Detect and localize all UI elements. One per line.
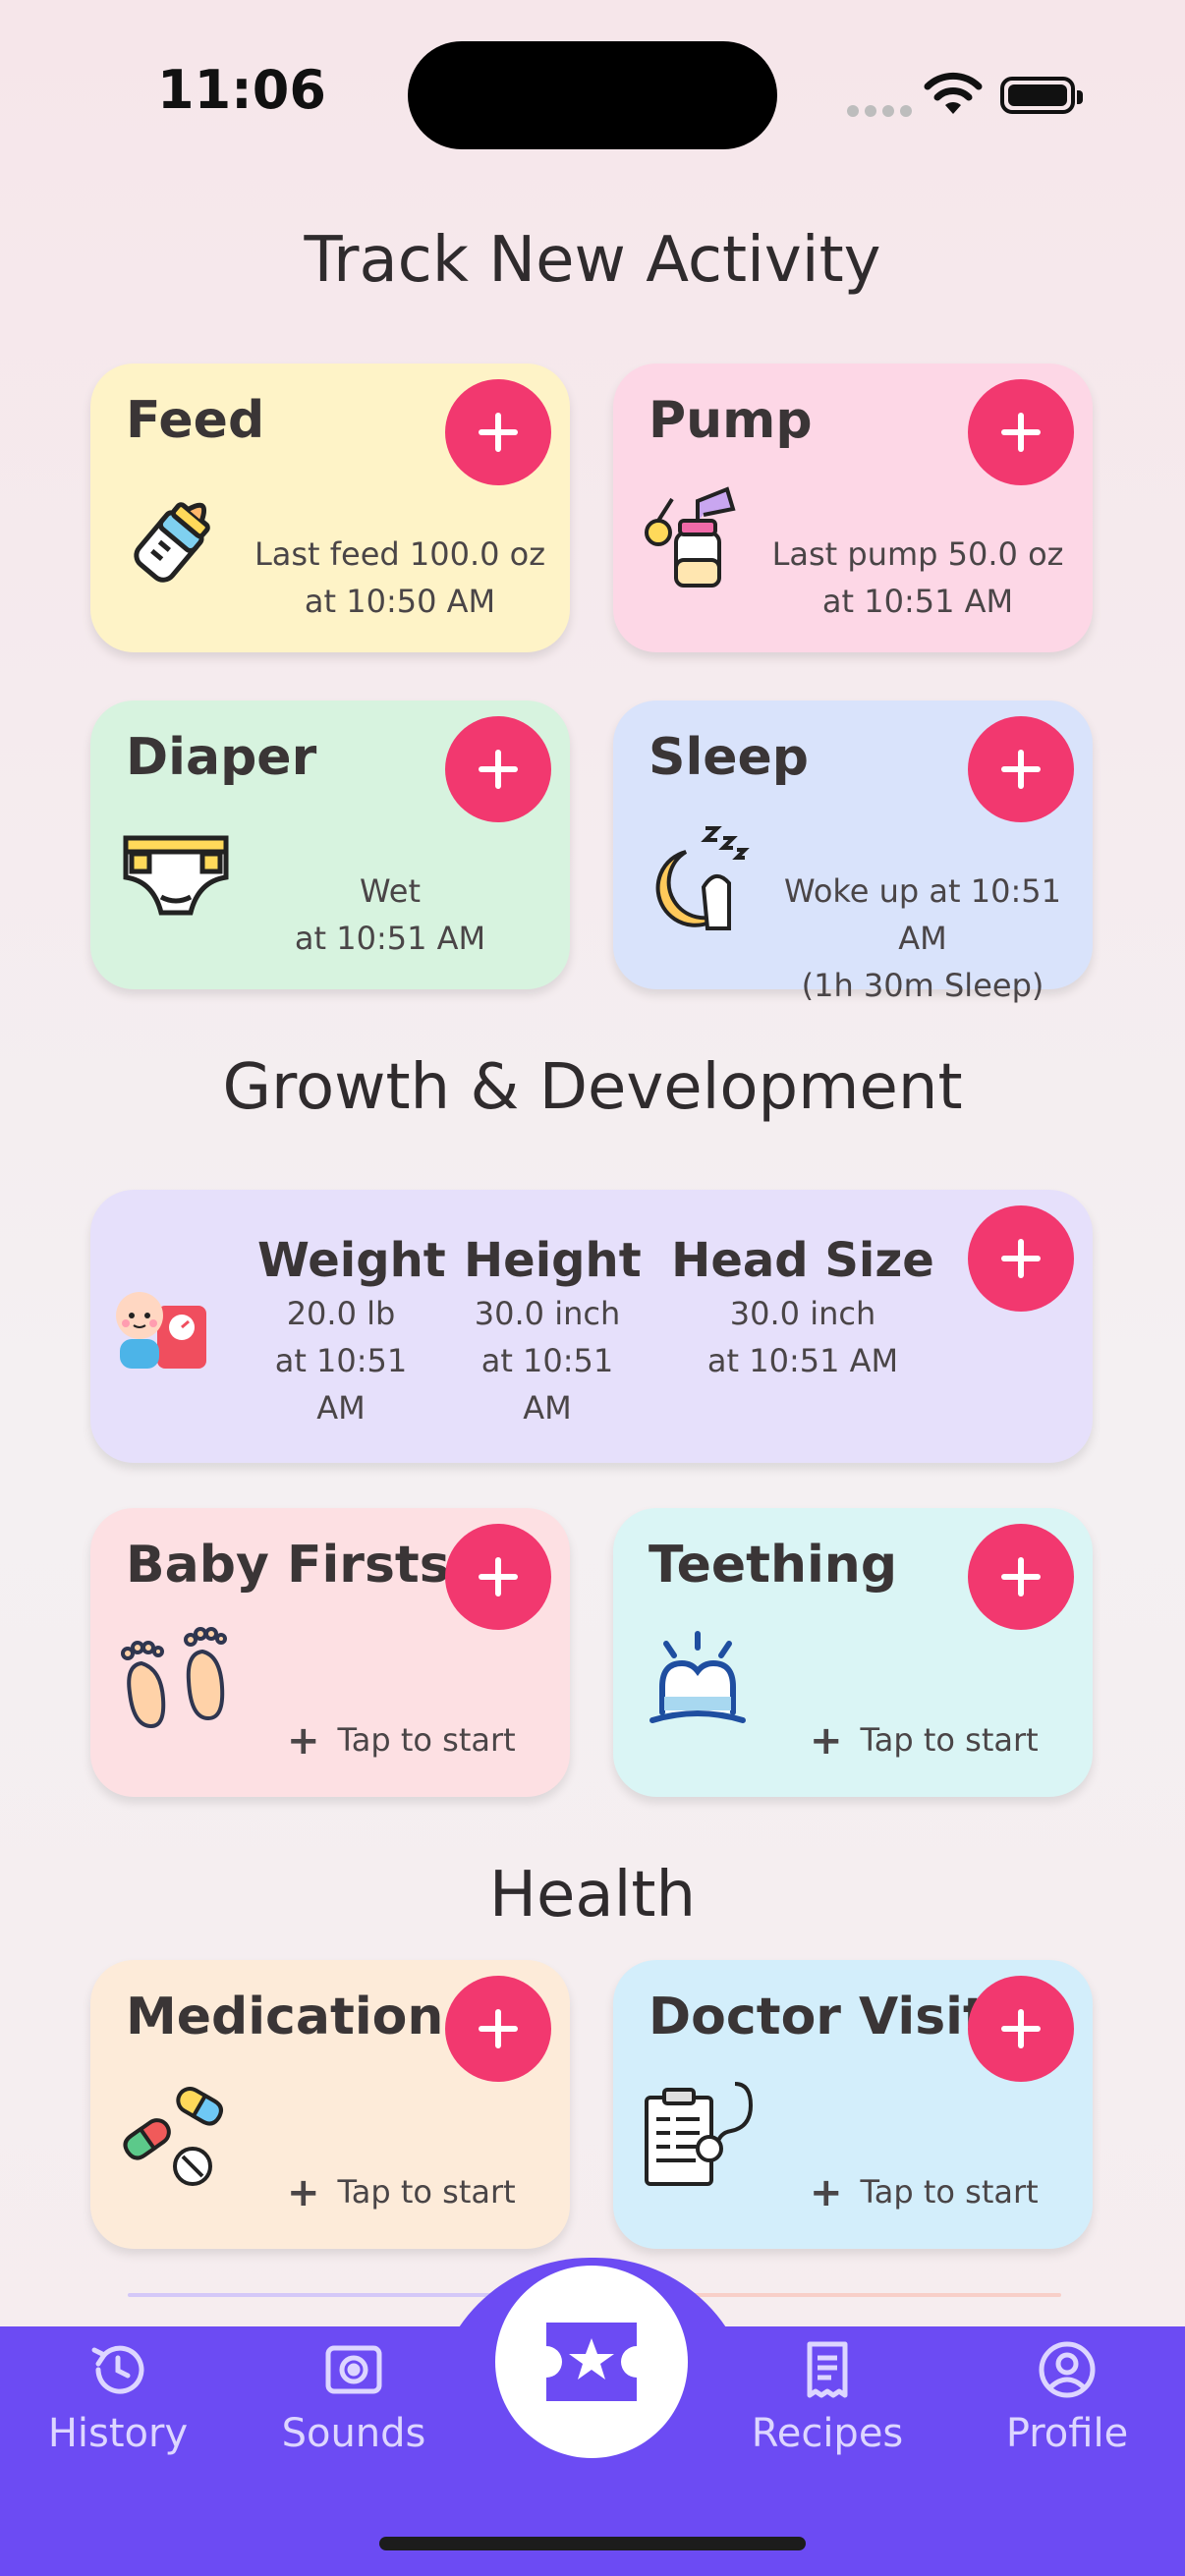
ticket-star-icon — [546, 2323, 637, 2401]
tap-label: Tap to start — [860, 2173, 1039, 2211]
add-pump-button[interactable] — [968, 379, 1074, 485]
plus-icon: + — [287, 1718, 320, 1764]
feed-title: Feed — [126, 391, 265, 450]
add-sleep-button[interactable] — [968, 716, 1074, 822]
pills-icon — [123, 2087, 223, 2186]
nav-profile[interactable]: Profile — [969, 2338, 1165, 2456]
head-size-time: at 10:51 AM — [706, 1342, 899, 1379]
add-doctor-visit-button[interactable] — [968, 1976, 1074, 2082]
diaper-card[interactable]: Diaper Wet at 10:51 AM — [90, 700, 570, 989]
sleep-title: Sleep — [649, 728, 810, 787]
wifi-icon — [924, 72, 983, 114]
medication-card[interactable]: Medication + Tap to start — [90, 1960, 570, 2249]
moon-sleep-icon — [655, 826, 750, 930]
battery-icon — [1000, 77, 1083, 114]
nav-history-label: History — [47, 2411, 189, 2456]
nav-profile-label: Profile — [1005, 2411, 1129, 2456]
add-growth-button[interactable] — [968, 1205, 1074, 1312]
section-title-track: Track New Activity — [304, 224, 881, 297]
teething-card[interactable]: Teething + Tap to start — [613, 1508, 1093, 1797]
section-title-health: Health — [488, 1859, 697, 1932]
home-indicator[interactable] — [379, 2537, 806, 2550]
next-card-edge-right — [649, 2293, 1061, 2297]
center-action-button[interactable] — [495, 2266, 688, 2458]
teething-title: Teething — [649, 1536, 898, 1595]
tap-label: Tap to start — [337, 1721, 516, 1759]
tap-label: Tap to start — [860, 1721, 1039, 1759]
baby-bottle-icon — [134, 502, 210, 583]
sleep-woke-time: Woke up at 10:51 AM — [784, 872, 1061, 957]
signal-icon — [847, 102, 918, 121]
baby-feet-icon — [121, 1627, 227, 1729]
height-time: at 10:51 AM — [480, 1342, 614, 1427]
height-metric: Height 30.0 inch at 10:51 AM — [464, 1231, 642, 1431]
pump-title: Pump — [649, 391, 813, 450]
baby-firsts-card[interactable]: Baby Firsts + Tap to start — [90, 1508, 570, 1797]
plus-icon: + — [287, 2170, 320, 2215]
diaper-last-time: at 10:51 AM — [294, 920, 486, 957]
medication-tap-to-start[interactable]: + Tap to start — [287, 2170, 516, 2215]
plus-icon: + — [810, 2170, 843, 2215]
baby-scale-icon — [116, 1292, 206, 1369]
speaker-icon — [325, 2345, 382, 2394]
baby-firsts-title: Baby Firsts — [126, 1536, 450, 1595]
sleep-duration: (1h 30m Sleep) — [801, 967, 1044, 1004]
status-bar: 11:06 — [0, 0, 1185, 187]
growth-card[interactable]: Weight 20.0 lb at 10:51 AM Height 30.0 i… — [90, 1190, 1093, 1463]
doctor-visit-tap-to-start[interactable]: + Tap to start — [810, 2170, 1039, 2215]
feed-last-amount: Last feed 100.0 oz — [254, 535, 546, 573]
head-size-value: 30.0 inch — [729, 1295, 876, 1332]
weight-value: 20.0 lb — [286, 1295, 396, 1332]
receipt-icon — [807, 2341, 848, 2398]
history-icon — [91, 2345, 144, 2394]
pump-last-amount: Last pump 50.0 oz — [771, 535, 1064, 573]
weight-label: Weight — [257, 1233, 446, 1288]
head-size-label: Head Size — [671, 1233, 934, 1288]
diaper-icon — [123, 835, 229, 916]
next-card-edge-left — [128, 2293, 540, 2297]
diaper-title: Diaper — [126, 728, 317, 787]
add-feed-button[interactable] — [445, 379, 551, 485]
feed-last-time: at 10:50 AM — [304, 583, 496, 620]
pump-card[interactable]: Pump Last pump 50.0 oz at 10:51 AM — [613, 364, 1093, 652]
doctor-visit-card[interactable]: Doctor Visit + Tap to start — [613, 1960, 1093, 2249]
height-label: Height — [464, 1233, 642, 1288]
section-title-growth: Growth & Development — [222, 1051, 963, 1124]
nav-sounds-label: Sounds — [281, 2411, 426, 2456]
status-time: 11:06 — [157, 59, 326, 121]
breast-pump-icon — [645, 486, 736, 588]
clipboard-stethoscope-icon — [645, 2082, 754, 2186]
weight-time: at 10:51 AM — [274, 1342, 408, 1427]
pump-last-time: at 10:51 AM — [821, 583, 1014, 620]
head-size-metric: Head Size 30.0 inch at 10:51 AM — [670, 1231, 935, 1384]
height-value: 30.0 inch — [474, 1295, 621, 1332]
diaper-last-type: Wet — [360, 872, 421, 910]
plus-icon: + — [810, 1718, 843, 1764]
sleep-card[interactable]: Sleep Woke up at 10:51 AM (1h 30m Sleep) — [613, 700, 1093, 1004]
nav-recipes-label: Recipes — [751, 2411, 904, 2456]
add-medication-button[interactable] — [445, 1976, 551, 2082]
nav-sounds[interactable]: Sounds — [255, 2338, 452, 2456]
baby-firsts-tap-to-start[interactable]: + Tap to start — [287, 1718, 516, 1764]
nav-recipes[interactable]: Recipes — [729, 2338, 926, 2456]
nav-history[interactable]: History — [20, 2338, 216, 2456]
tap-label: Tap to start — [337, 2173, 516, 2211]
medication-title: Medication — [126, 1988, 444, 2046]
add-teething-button[interactable] — [968, 1524, 1074, 1630]
profile-icon — [1039, 2341, 1096, 2398]
dynamic-island — [408, 41, 777, 149]
doctor-visit-title: Doctor Visit — [649, 1988, 988, 2046]
add-baby-firsts-button[interactable] — [445, 1524, 551, 1630]
feed-card[interactable]: Feed Last feed 100.0 oz at 10:50 AM — [90, 364, 570, 652]
teething-tap-to-start[interactable]: + Tap to start — [810, 1718, 1039, 1764]
tooth-icon — [649, 1631, 746, 1723]
weight-metric: Weight 20.0 lb at 10:51 AM — [257, 1231, 446, 1431]
add-diaper-button[interactable] — [445, 716, 551, 822]
